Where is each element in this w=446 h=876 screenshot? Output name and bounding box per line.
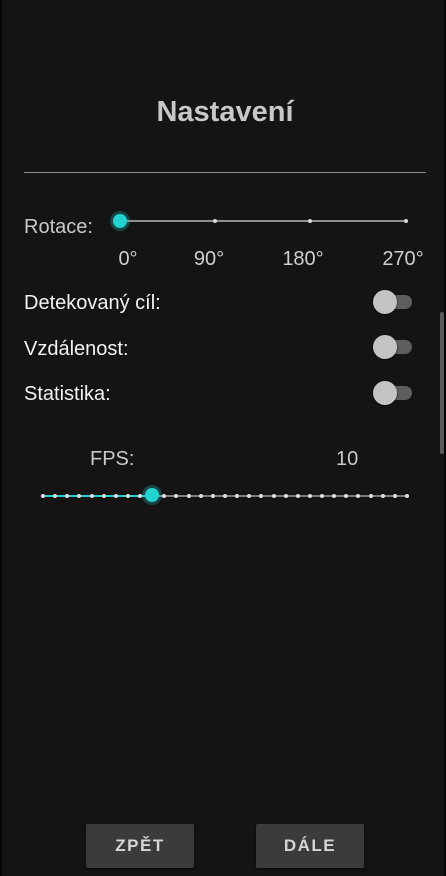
fps-slider-tick <box>368 494 373 498</box>
divider <box>24 172 426 173</box>
fps-label: FPS: <box>90 448 135 470</box>
distance-label: Vzdálenost: <box>24 338 129 360</box>
toggle-knob <box>373 381 397 405</box>
fps-slider-tick <box>101 494 106 498</box>
fps-slider-thumb[interactable] <box>145 488 160 502</box>
rotation-tick-label: 90° <box>193 248 225 270</box>
fps-slider-tick <box>77 494 82 498</box>
fps-slider-tick <box>235 494 240 498</box>
fps-slider-tick <box>198 494 203 498</box>
fps-slider-tick <box>259 494 264 498</box>
fps-slider-tick <box>174 494 179 498</box>
next-button[interactable]: DÁLE <box>256 824 364 868</box>
fps-slider-tick <box>223 494 227 498</box>
detected-target-toggle[interactable] <box>372 289 414 315</box>
distance-toggle[interactable] <box>372 334 414 360</box>
rotation-slider[interactable] <box>120 220 406 222</box>
fps-slider-tick <box>356 494 361 498</box>
rotation-slider-thumb[interactable] <box>113 214 127 228</box>
settings-screen: Nastavení Rotace: 0° 90° 180° 270° Detek… <box>0 0 446 876</box>
rotation-tick-label: 0° <box>118 248 138 270</box>
fps-slider-tick <box>125 494 130 498</box>
fps-slider-ticks <box>2 494 446 498</box>
fps-slider-tick <box>210 494 215 498</box>
fps-slider-tick <box>320 494 325 498</box>
detected-target-label: Detekovaný cíl: <box>24 292 161 314</box>
fps-slider-tick <box>392 494 397 498</box>
toggle-knob <box>373 290 397 314</box>
statistics-label: Statistika: <box>24 383 111 405</box>
fps-slider-tick <box>380 494 385 498</box>
fps-slider-tick <box>186 494 191 498</box>
fps-slider-tick <box>271 494 276 498</box>
fps-slider-tick <box>53 494 58 498</box>
fps-slider-tick <box>162 494 167 498</box>
toggle-knob <box>373 335 397 359</box>
rotation-tick-dot <box>308 219 312 223</box>
page-title: Nastavení <box>156 96 294 128</box>
scrollbar[interactable] <box>440 312 444 454</box>
fps-slider-tick <box>41 494 45 498</box>
rotation-tick-dot <box>213 219 217 223</box>
rotation-tick-dot <box>404 219 408 223</box>
rotation-tick-label: 270° <box>382 248 424 270</box>
fps-slider-tick <box>283 494 288 498</box>
back-button[interactable]: ZPĚT <box>86 824 194 868</box>
fps-slider-tick <box>307 494 312 498</box>
fps-slider-tick <box>247 494 252 498</box>
rotation-label: Rotace: <box>24 216 93 238</box>
statistics-toggle[interactable] <box>372 380 414 406</box>
fps-slider-tick <box>295 494 300 498</box>
fps-slider-tick <box>405 494 409 498</box>
fps-slider-tick <box>65 494 70 498</box>
fps-slider-tick <box>332 494 337 498</box>
rotation-tick-label: 180° <box>282 248 324 270</box>
fps-slider-tick <box>89 494 94 498</box>
fps-slider-tick <box>113 494 118 498</box>
fps-value: 10 <box>336 448 359 470</box>
fps-slider-tick <box>138 494 143 498</box>
fps-slider-tick <box>344 494 349 498</box>
